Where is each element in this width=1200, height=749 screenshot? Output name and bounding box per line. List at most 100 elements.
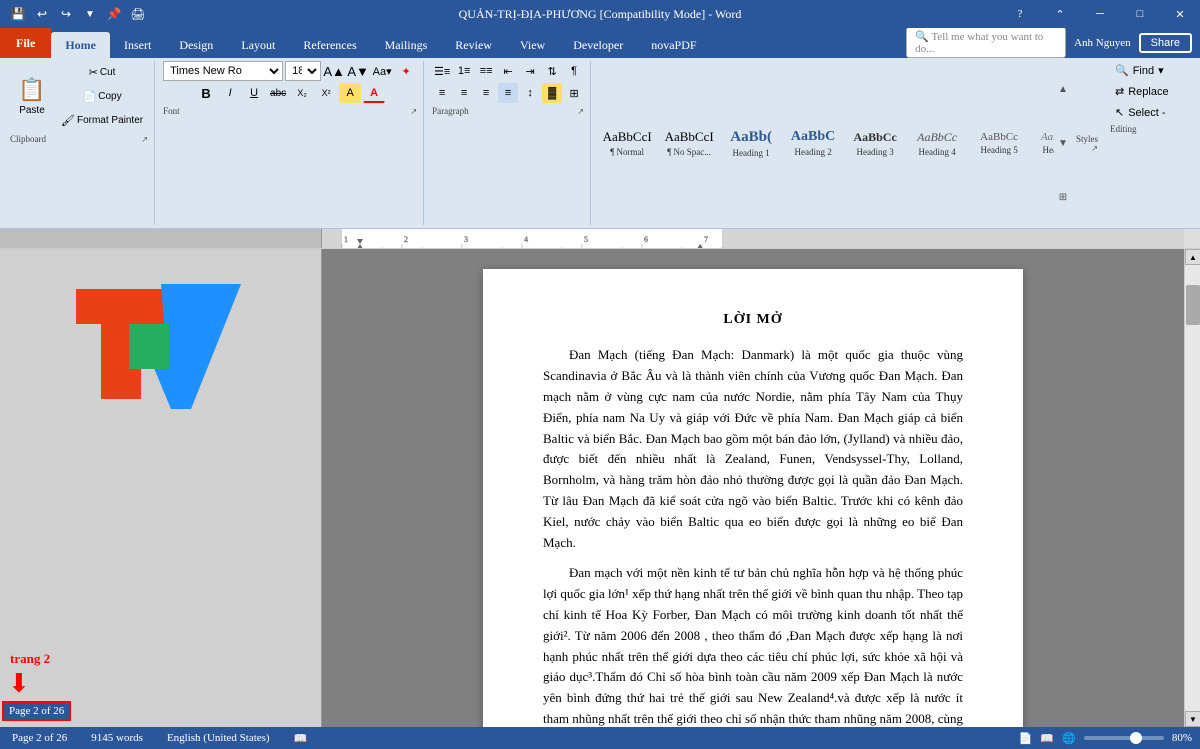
zoom-slider[interactable]	[1084, 736, 1164, 740]
tab-insert[interactable]: Insert	[110, 32, 165, 58]
view-mode-read[interactable]: 📖	[1040, 732, 1054, 745]
scroll-down-btn[interactable]: ▼	[1185, 711, 1200, 727]
tab-mailings[interactable]: Mailings	[371, 32, 442, 58]
numbering-btn[interactable]: 1≡	[454, 61, 474, 81]
proofing-icon[interactable]: 📖	[290, 732, 312, 745]
left-panel: trang 2 ⬇ Page 2 of 26	[0, 249, 322, 727]
editing-group: 🔍 Find ▾ ⇄ Replace ↖ Select - Editing	[1104, 61, 1196, 225]
style-normal[interactable]: AaBbCcI ¶ Normal	[597, 117, 657, 169]
align-left-btn[interactable]: ≡	[432, 83, 452, 103]
tab-file[interactable]: File	[0, 28, 51, 58]
undo-btn[interactable]: ↩	[32, 4, 52, 24]
minimize-btn[interactable]: ─	[1080, 0, 1120, 28]
clipboard-expand-icon[interactable]: ↗	[141, 135, 148, 144]
borders-btn[interactable]: ⊞	[564, 83, 584, 103]
superscript-btn[interactable]: X²	[315, 83, 337, 103]
pin-btn[interactable]: 📌	[104, 4, 124, 24]
tab-design[interactable]: Design	[165, 32, 227, 58]
redo-btn[interactable]: ↪	[56, 4, 76, 24]
underline-btn[interactable]: U	[243, 83, 265, 103]
style-heading4[interactable]: AaBbCc Heading 4	[907, 117, 967, 169]
svg-text:4: 4	[524, 235, 528, 244]
subscript-btn[interactable]: X₂	[291, 83, 313, 103]
paste-button[interactable]: 📋 Paste	[10, 72, 54, 120]
clipboard-label: Clipboard	[10, 134, 46, 144]
refresh-btn[interactable]: ▼	[80, 4, 100, 24]
word-count: 9145 words	[87, 732, 147, 744]
ruler-corner	[1184, 229, 1200, 248]
bullets-btn[interactable]: ☰≡	[432, 61, 452, 81]
styles-expand[interactable]: ⊞	[1056, 171, 1070, 223]
tab-home[interactable]: Home	[51, 32, 110, 58]
font-color-btn[interactable]: A	[363, 83, 385, 103]
font-size-select[interactable]: 18	[285, 61, 321, 81]
tab-layout[interactable]: Layout	[227, 32, 289, 58]
ribbon-collapse-btn[interactable]: ⌃	[1040, 0, 1080, 28]
window-controls[interactable]: ? ⌃ ─ □ ✕	[1000, 0, 1200, 28]
shrink-font-btn[interactable]: A▼	[347, 61, 369, 81]
styles-scroll-up[interactable]: ▲	[1056, 63, 1070, 115]
styles-scroll-down[interactable]: ▼	[1056, 117, 1070, 169]
tab-references[interactable]: References	[289, 32, 370, 58]
font-expand-icon[interactable]: ↗	[410, 107, 417, 116]
print-btn[interactable]: 🖨	[128, 4, 148, 24]
clipboard-row-main: 📋 Paste ✂ Cut 📄 Copy 🖌 Format Painter	[10, 61, 148, 131]
logo	[61, 269, 261, 409]
find-btn[interactable]: 🔍 Find ▾	[1110, 61, 1190, 80]
style-heading1[interactable]: AaBb( Heading 1	[721, 117, 781, 169]
paragraph-label: Paragraph	[432, 106, 468, 116]
format-painter-button[interactable]: 🖌 Format Painter	[56, 109, 148, 131]
style-no-spacing[interactable]: AaBbCcI ¶ No Spac...	[659, 117, 719, 169]
view-mode-print[interactable]: 📄	[1019, 732, 1033, 745]
save-btn[interactable]: 💾	[8, 4, 28, 24]
align-right-btn[interactable]: ≡	[476, 83, 496, 103]
tab-view[interactable]: View	[506, 32, 559, 58]
strikethrough-btn[interactable]: abc	[267, 83, 289, 103]
tab-novapdf[interactable]: novaPDF	[637, 32, 710, 58]
sort-btn[interactable]: ⇅	[542, 61, 562, 81]
replace-btn[interactable]: ⇄ Replace	[1110, 82, 1190, 101]
shading-btn[interactable]: ▓	[542, 83, 562, 103]
line-spacing-btn[interactable]: ↕	[520, 83, 540, 103]
share-btn[interactable]: Share	[1139, 33, 1192, 53]
decrease-indent-btn[interactable]: ⇤	[498, 61, 518, 81]
scroll-thumb[interactable]	[1186, 285, 1200, 325]
paragraph-expand-icon[interactable]: ↗	[577, 107, 584, 116]
change-case-btn[interactable]: Aa▾	[371, 61, 393, 81]
vertical-scrollbar[interactable]: ▲ ▼	[1184, 249, 1200, 727]
grow-font-btn[interactable]: A▲	[323, 61, 345, 81]
select-btn[interactable]: ↖ Select -	[1110, 103, 1190, 122]
style-heading5[interactable]: AaBbCc Heading 5	[969, 117, 1029, 169]
svg-text:7: 7	[704, 235, 708, 244]
paste-icon: 📋	[18, 77, 45, 103]
style-heading2[interactable]: AaBbC Heading 2	[783, 117, 843, 169]
restore-btn[interactable]: □	[1120, 0, 1160, 28]
page-canvas[interactable]: LỜI MỞ Đan Mạch (tiếng Đan Mạch: Danmark…	[322, 249, 1184, 727]
help-btn[interactable]: ?	[1000, 0, 1040, 28]
find-icon: 🔍	[1115, 64, 1129, 77]
editing-label: Editing	[1110, 124, 1137, 134]
clear-format-btn[interactable]: ✦	[395, 61, 417, 81]
svg-text:2: 2	[404, 235, 408, 244]
styles-expand-icon[interactable]: ↗	[1091, 144, 1098, 153]
copy-button[interactable]: 📄 Copy	[56, 85, 148, 107]
font-name-select[interactable]: Times New Ro	[163, 61, 283, 81]
bold-btn[interactable]: B	[195, 83, 217, 103]
tab-developer[interactable]: Developer	[559, 32, 637, 58]
search-box[interactable]: 🔍 Tell me what you want to do...	[906, 27, 1066, 58]
close-btn[interactable]: ✕	[1160, 0, 1200, 28]
align-center-btn[interactable]: ≡	[454, 83, 474, 103]
style-heading3[interactable]: AaBbCc Heading 3	[845, 117, 905, 169]
multilevel-btn[interactable]: ≡≡	[476, 61, 496, 81]
highlight-btn[interactable]: A	[339, 83, 361, 103]
show-formatting-btn[interactable]: ¶	[564, 61, 584, 81]
scroll-up-btn[interactable]: ▲	[1185, 249, 1200, 265]
increase-indent-btn[interactable]: ⇥	[520, 61, 540, 81]
justify-btn[interactable]: ≡	[498, 83, 518, 103]
scroll-track[interactable]	[1185, 265, 1200, 711]
italic-btn[interactable]: I	[219, 83, 241, 103]
cut-button[interactable]: ✂ Cut	[56, 61, 148, 83]
tab-review[interactable]: Review	[441, 32, 506, 58]
style-heading6[interactable]: AaBbCcI Heading 6	[1031, 117, 1054, 169]
view-mode-web[interactable]: 🌐	[1062, 732, 1076, 745]
